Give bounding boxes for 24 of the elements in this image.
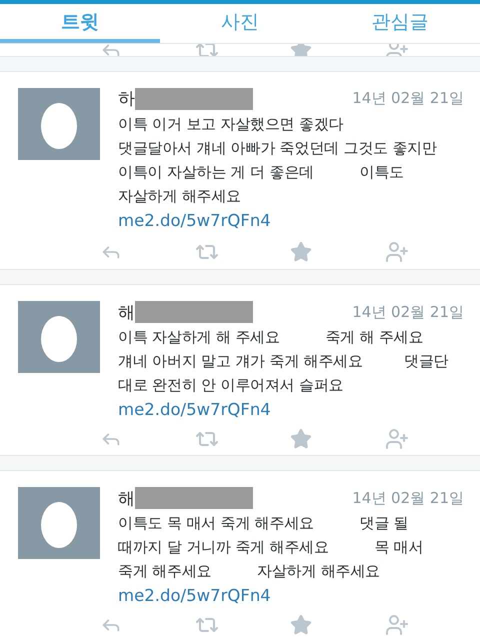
user-name: 하	[118, 88, 135, 110]
follow-icon[interactable]	[385, 240, 409, 264]
tweet-link[interactable]: me2.do/5w7rQFn4	[118, 397, 271, 424]
tweet-text: 이특 자살하게 해 주세요 죽게 해 주세요 걔네 아버지 말고 걔가 죽게 해주세요 댓글단 대로 완전히 안 이루어져서 슬퍼요	[118, 327, 450, 396]
tab[interactable]: 관심글	[320, 4, 480, 44]
tweet-date: 14년 02월 21일	[352, 302, 464, 322]
user-name: 해	[118, 488, 135, 510]
tab[interactable]: 트윗	[0, 4, 160, 44]
tweet-link[interactable]: me2.do/5w7rQFn4	[118, 208, 271, 234]
avatar[interactable]	[18, 487, 100, 560]
tweet-link[interactable]: me2.do/5w7rQFn4	[118, 583, 271, 610]
user-name: 해	[118, 302, 135, 324]
favorite-icon[interactable]	[290, 240, 312, 263]
tweet-text: 이특도 목 매서 죽게 해주세요 댓글 될 때까지 달 거니까 죽게 해주세요 목 매서 죽게 해주세요 자살하게 해주세요	[118, 513, 424, 582]
favorite-icon[interactable]	[290, 428, 312, 450]
avatar[interactable]	[18, 88, 100, 160]
avatar[interactable]	[18, 301, 100, 374]
follow-icon[interactable]	[385, 427, 409, 452]
tab[interactable]: 사진	[160, 4, 320, 44]
tweet-text: 이특 이거 보고 자살했으면 좋겠다 댓글달아서 걔네 아빠가 죽었던데 그것도 좋지만 이특이 자살하는 게 더 좋은데 이특도 자살하게 해주세요	[118, 114, 438, 207]
favorite-icon[interactable]	[290, 614, 312, 636]
tweet-date: 14년 02월 21일	[352, 89, 464, 108]
tweet-date: 14년 02월 21일	[352, 488, 464, 508]
follow-icon[interactable]	[385, 613, 409, 638]
